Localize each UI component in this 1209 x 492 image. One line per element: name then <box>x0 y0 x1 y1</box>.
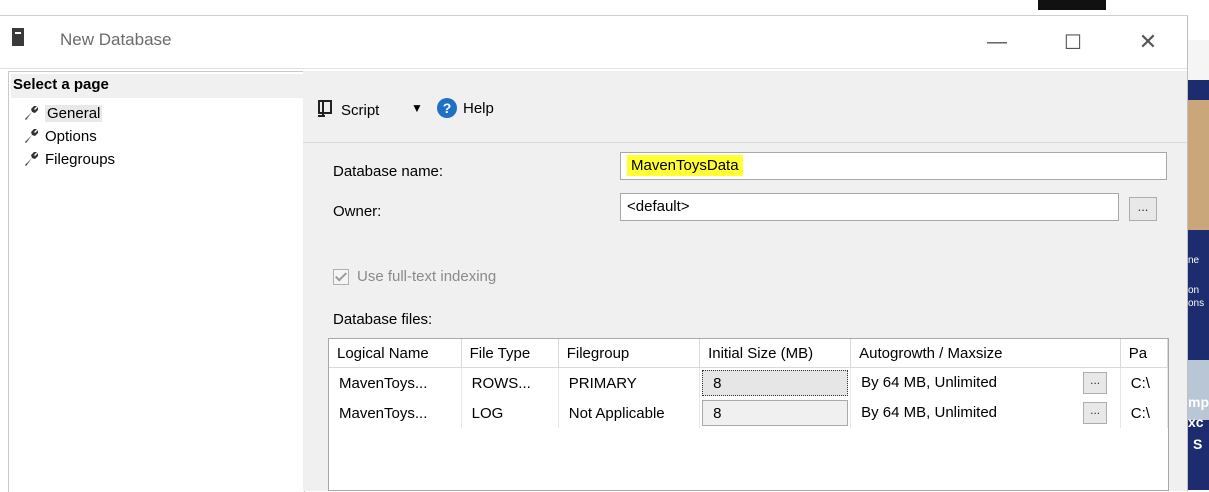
page-item-general[interactable]: General <box>23 102 103 124</box>
filegroup-cell[interactable]: Not Applicable <box>558 398 701 428</box>
select-page-header: Select a page <box>11 74 304 98</box>
autogrowth-edit-button[interactable]: ... <box>1083 402 1108 424</box>
path-cell[interactable]: C:\ <box>1120 367 1168 398</box>
autogrowth-cell: By 64 MB, Unlimited... <box>850 398 1121 428</box>
page-item-label: Filegroups <box>45 150 116 168</box>
filegroup-cell[interactable]: PRIMARY <box>558 367 701 398</box>
help-label: Help <box>463 99 494 117</box>
database-files-grid: Logical Name File Type Filegroup Initial… <box>328 338 1169 491</box>
titlebar-divider <box>0 68 1187 69</box>
initial-size-cell[interactable]: 8 <box>699 398 852 428</box>
script-label: Script <box>341 101 380 119</box>
autogrowth-cell: By 64 MB, Unlimited... <box>850 367 1121 398</box>
autogrowth-value: By 64 MB, Unlimited <box>861 403 998 421</box>
logical-name-cell[interactable]: MavenToys... <box>329 367 462 398</box>
table-row[interactable]: MavenToys... LOG Not Applicable 8 By 64 … <box>329 398 1168 428</box>
strip-text-1: ne <box>1188 255 1200 266</box>
new-database-dialog: New Database — ☐ ✕ Select a page General… <box>0 15 1188 492</box>
fulltext-indexing-checkbox[interactable]: Use full-text indexing <box>333 268 496 285</box>
database-name-label: Database name: <box>333 163 444 180</box>
initial-size-cell[interactable]: 8 <box>699 367 852 398</box>
maximize-button[interactable]: ☐ <box>1050 24 1096 60</box>
close-button[interactable]: ✕ <box>1125 24 1171 60</box>
column-header[interactable]: File Type <box>461 339 559 368</box>
page-item-options[interactable]: Options <box>23 125 97 147</box>
owner-input[interactable]: <default> <box>620 193 1119 221</box>
checkbox-checked-icon <box>333 268 349 285</box>
strip-text-5: xc <box>1188 414 1204 430</box>
select-page-panel: Select a page General Options Filegroups <box>8 71 305 492</box>
file-type-cell[interactable]: ROWS... <box>461 367 559 398</box>
help-button[interactable]: ? Help <box>437 98 494 118</box>
page-item-label: Options <box>45 127 97 145</box>
files-table: Logical Name File Type Filegroup Initial… <box>329 339 1168 428</box>
autogrowth-value: By 64 MB, Unlimited <box>861 373 998 391</box>
table-row[interactable]: MavenToys... ROWS... PRIMARY 8 By 64 MB,… <box>329 367 1168 398</box>
initial-size-value[interactable]: 8 <box>702 400 849 426</box>
column-header[interactable]: Initial Size (MB) <box>699 339 852 368</box>
column-header[interactable]: Logical Name <box>329 339 462 368</box>
script-dropdown-arrow[interactable]: ▼ <box>411 101 423 115</box>
logical-name-cell[interactable]: MavenToys... <box>329 398 462 428</box>
owner-label: Owner: <box>333 203 382 220</box>
strip-text-4: mp <box>1188 394 1209 410</box>
script-icon <box>317 99 333 121</box>
initial-size-value[interactable]: 8 <box>702 370 849 396</box>
background-dark-bar <box>1038 0 1106 10</box>
owner-browse-button[interactable]: ... <box>1129 197 1157 221</box>
page-item-filegroups[interactable]: Filegroups <box>23 148 115 170</box>
strip-text-3: ons <box>1188 298 1205 309</box>
minimize-button[interactable]: — <box>974 24 1020 60</box>
database-files-label: Database files: <box>333 311 433 328</box>
strip-light-block <box>1187 40 1209 80</box>
column-header[interactable]: Autogrowth / Maxsize <box>850 339 1121 368</box>
strip-tan-block <box>1187 100 1209 230</box>
path-cell[interactable]: C:\ <box>1120 398 1168 428</box>
database-name-input[interactable]: MavenToysData <box>620 152 1167 180</box>
column-header[interactable]: Filegroup <box>558 339 701 368</box>
fulltext-indexing-label: Use full-text indexing <box>357 268 497 285</box>
table-header-row: Logical Name File Type Filegroup Initial… <box>329 339 1168 368</box>
column-header[interactable]: Pa <box>1120 339 1168 368</box>
title-bar[interactable]: New Database — ☐ ✕ <box>0 16 1187 68</box>
toolbar: Script ▼ ? Help <box>303 71 1187 143</box>
autogrowth-edit-button[interactable]: ... <box>1083 372 1108 394</box>
background-window-strip: ne on ons mp xc S <box>1187 40 1209 490</box>
wrench-icon <box>23 151 39 167</box>
page-item-label: General <box>45 104 103 122</box>
file-type-cell[interactable]: LOG <box>461 398 559 428</box>
script-button[interactable]: Script <box>317 99 379 121</box>
strip-text-2: on <box>1188 285 1200 296</box>
wrench-icon <box>23 105 39 121</box>
server-icon <box>12 28 24 46</box>
wrench-icon <box>23 128 39 144</box>
window-title: New Database <box>60 30 172 49</box>
help-icon: ? <box>437 98 457 118</box>
strip-text-6: S <box>1193 436 1203 452</box>
database-name-value: MavenToysData <box>627 155 743 176</box>
